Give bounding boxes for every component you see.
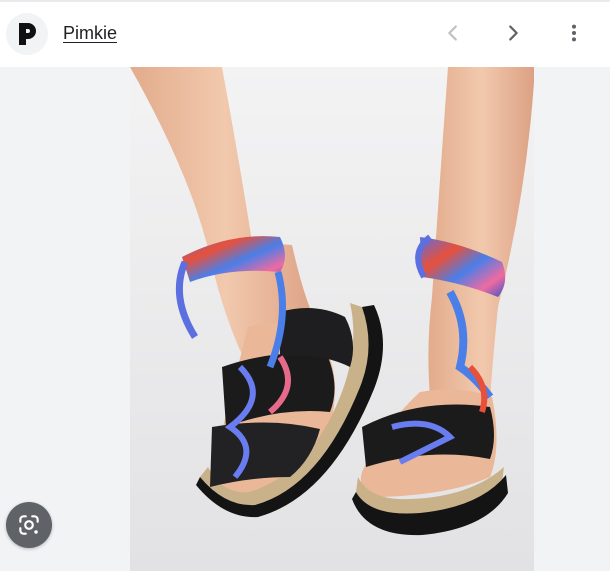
image-viewer-header: Pimkie bbox=[0, 2, 610, 67]
chevron-right-icon bbox=[509, 25, 518, 41]
site-logo-icon[interactable] bbox=[6, 13, 48, 55]
more-options-button[interactable] bbox=[556, 15, 592, 51]
more-vert-icon bbox=[571, 24, 577, 42]
previous-image-button[interactable] bbox=[435, 15, 471, 51]
site-name-link[interactable]: Pimkie bbox=[63, 23, 117, 44]
chevron-left-icon bbox=[448, 25, 457, 41]
google-lens-icon bbox=[19, 515, 39, 535]
product-photo[interactable] bbox=[130, 67, 534, 571]
next-image-button[interactable] bbox=[495, 15, 531, 51]
google-lens-button[interactable] bbox=[6, 502, 52, 548]
